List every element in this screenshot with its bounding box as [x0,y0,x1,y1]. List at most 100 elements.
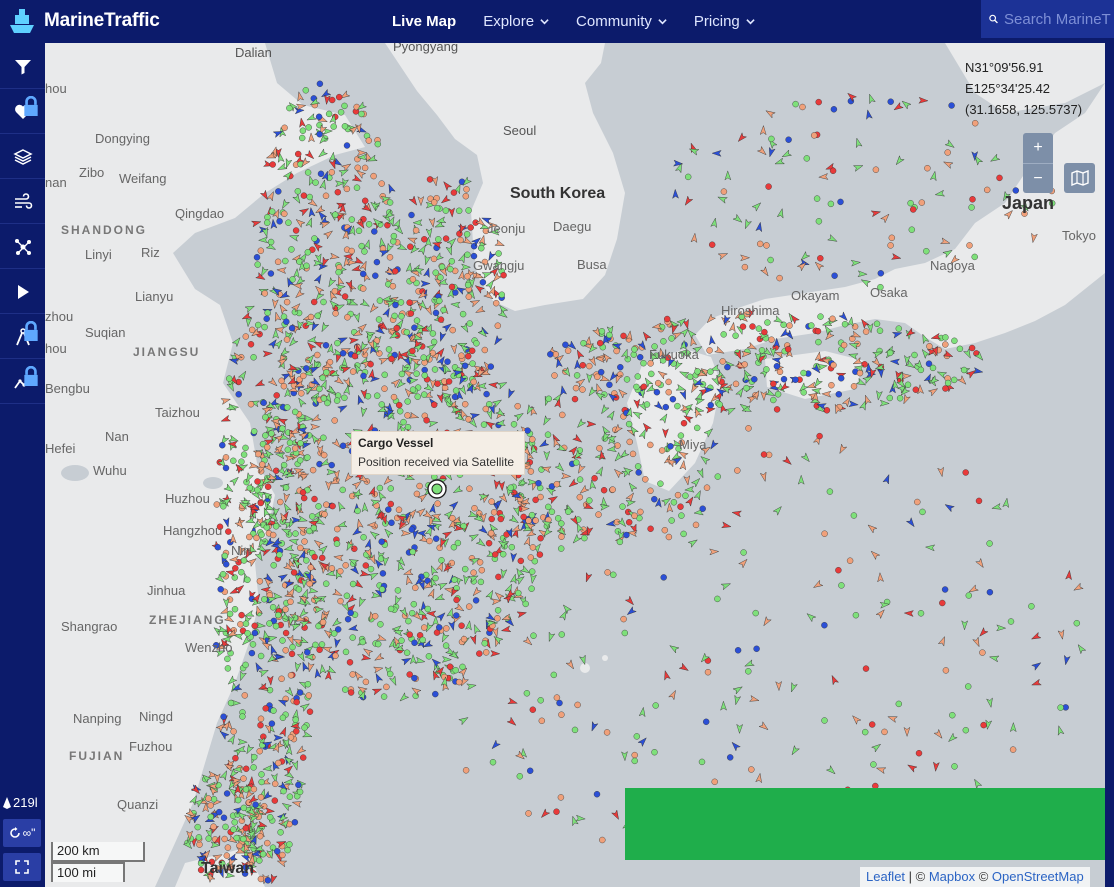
vessel-marker[interactable] [240,451,248,458]
vessel-marker[interactable] [337,568,344,575]
vessel-marker[interactable] [579,362,586,369]
vessel-marker[interactable] [626,519,633,526]
vessel-marker[interactable] [437,274,444,281]
vessel-marker[interactable] [541,415,552,427]
vessel-marker[interactable] [523,690,531,697]
vessel-marker[interactable] [643,401,651,408]
vessel-marker[interactable] [980,721,987,729]
vessel-marker[interactable] [297,440,304,447]
vessel-marker[interactable] [445,245,454,256]
vessel-marker[interactable] [660,574,667,581]
vessel-marker[interactable] [454,602,466,614]
vessel-marker[interactable] [623,376,631,383]
vessel-marker[interactable] [430,338,438,346]
vessel-marker[interactable] [889,358,901,366]
vessel-marker[interactable] [472,597,480,604]
vessel-marker[interactable] [799,103,806,111]
zoom-out-button[interactable]: − [1023,163,1053,193]
vessel-marker[interactable] [637,354,644,361]
vessel-marker[interactable] [397,408,404,415]
vessel-marker[interactable] [387,485,394,492]
vessel-marker[interactable] [257,875,265,883]
vessel-marker[interactable] [349,671,356,678]
vessel-marker[interactable] [749,323,756,330]
vessel-marker[interactable] [378,586,386,593]
vessel-marker[interactable] [763,366,770,373]
vessel-marker[interactable] [328,461,335,469]
vessel-marker[interactable] [547,494,559,505]
vessel-marker[interactable] [509,573,518,585]
vessel-marker[interactable] [441,180,453,192]
vessel-marker[interactable] [837,198,844,206]
vessel-marker[interactable] [450,189,458,196]
vessel-marker[interactable] [247,401,255,408]
vessel-marker[interactable] [664,315,671,323]
vessel-marker[interactable] [887,349,894,357]
vessel-marker[interactable] [887,242,894,249]
vessel-marker[interactable] [633,383,640,391]
vessel-marker[interactable] [443,625,450,632]
vessel-marker[interactable] [250,219,262,228]
vessel-marker[interactable] [288,233,300,242]
vessel-marker[interactable] [510,552,518,563]
vessel-marker[interactable] [261,323,268,331]
vessel-marker[interactable] [469,634,478,645]
vessel-marker[interactable] [683,475,691,486]
vessel-marker[interactable] [287,672,295,679]
vessel-marker[interactable] [786,322,793,329]
vessel-marker[interactable] [951,376,958,384]
vessel-marker[interactable] [714,595,721,603]
vessel-marker[interactable] [626,438,633,446]
vessel-marker[interactable] [226,381,236,393]
vessel-marker[interactable] [620,332,627,340]
vessel-marker[interactable] [240,804,248,812]
vessel-marker[interactable] [426,537,433,545]
vessel-marker[interactable] [544,431,552,438]
vessel-marker[interactable] [388,355,395,363]
vessel-marker[interactable] [273,311,282,323]
vessel-marker[interactable] [283,544,295,553]
vessel-marker[interactable] [444,358,451,365]
vessel-marker[interactable] [635,469,642,476]
vessel-marker[interactable] [375,640,382,648]
vessel-marker[interactable] [529,573,537,585]
vessel-marker[interactable] [392,268,399,275]
vessel-marker[interactable] [593,791,601,798]
vessel-marker[interactable] [267,270,275,277]
vessel-marker[interactable] [301,730,313,739]
vessel-marker[interactable] [785,136,792,143]
vessel-marker[interactable] [462,565,469,573]
vessel-marker[interactable] [611,809,622,821]
vessel-marker[interactable] [304,249,311,256]
vessel-marker[interactable] [438,331,447,342]
vessel-marker[interactable] [948,102,955,109]
vessel-marker[interactable] [516,773,523,780]
vessel-marker[interactable] [358,242,365,250]
vessel-marker[interactable] [828,382,835,389]
vessel-marker[interactable] [267,238,275,246]
vessel-marker[interactable] [452,667,459,674]
vessel-marker[interactable] [515,589,522,597]
vessel-marker[interactable] [527,554,534,561]
vessel-marker[interactable] [575,349,585,360]
vessel-marker[interactable] [751,376,758,383]
vessel-marker[interactable] [458,352,465,359]
vessel-marker[interactable] [986,697,994,708]
vessel-marker[interactable] [353,184,361,191]
vessel-marker[interactable] [423,417,430,424]
vessel-marker[interactable] [254,321,262,329]
vessel-marker[interactable] [383,683,390,691]
vessel-marker[interactable] [1072,582,1084,593]
vessel-marker[interactable] [361,164,369,172]
vessel-marker[interactable] [286,841,293,848]
density-button[interactable] [0,225,45,269]
vessel-marker[interactable] [380,693,388,700]
vessel-marker[interactable] [264,213,271,221]
vessel-marker[interactable] [949,712,956,719]
vessel-marker[interactable] [417,196,425,207]
vessel-marker[interactable] [529,568,536,575]
vessel-marker[interactable] [335,268,342,276]
vessel-marker[interactable] [813,260,825,272]
vessel-marker[interactable] [510,421,518,428]
vessel-marker[interactable] [740,254,751,262]
